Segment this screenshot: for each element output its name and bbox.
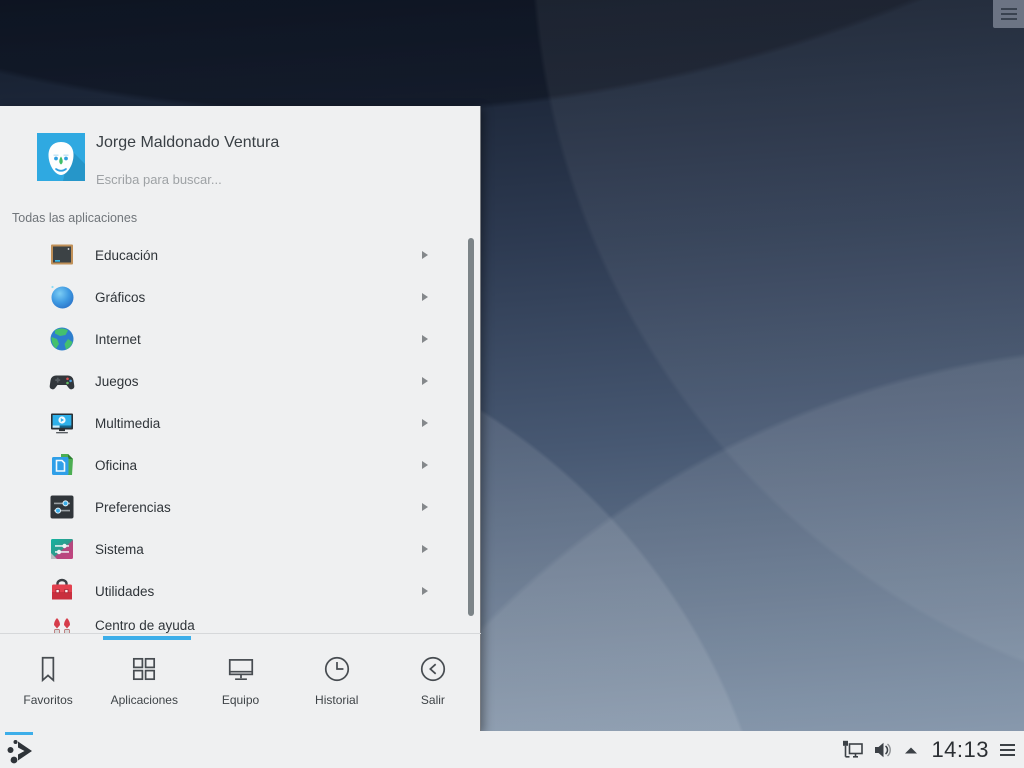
active-tab-indicator [103,636,191,640]
system-icon [48,535,76,563]
system-tray: 14:13 [840,731,1015,768]
tab-leave[interactable]: Salir [385,634,481,731]
category-label: Oficina [95,457,138,473]
application-launcher-menu: Jorge Maldonado Ventura Escriba para bus… [0,106,481,731]
category-item-graphics[interactable]: Gráficos [0,276,481,318]
category-label: Sistema [95,541,144,557]
clock[interactable]: 14:13 [931,737,989,763]
office-icon [48,451,76,479]
multimedia-icon [48,409,76,437]
tab-applications[interactable]: Aplicaciones [96,634,192,731]
search-input[interactable]: Escriba para buscar... [96,172,426,187]
submenu-arrow-icon [422,251,428,259]
submenu-arrow-icon [422,335,428,343]
category-item-games[interactable]: Juegos [0,360,481,402]
submenu-arrow-icon [422,545,428,553]
tab-label: Favoritos [23,693,73,707]
tab-label: Aplicaciones [110,693,178,707]
category-label: Gráficos [95,289,146,305]
tab-computer[interactable]: Equipo [192,634,288,731]
category-item-internet[interactable]: Internet [0,318,481,360]
user-avatar[interactable] [37,133,85,181]
preferences-icon [48,493,76,521]
category-item-system[interactable]: Sistema [0,528,481,570]
taskbar: 14:13 [0,731,1024,768]
category-item-help-center[interactable]: Centro de ayuda [0,604,481,633]
panel-overflow-menu-icon[interactable] [1000,743,1015,756]
launcher-tab-bar: Favoritos Aplicaciones Equipo Historial … [0,633,481,731]
submenu-arrow-icon [422,377,428,385]
category-label: Internet [95,331,141,347]
scrollbar-thumb[interactable] [468,238,474,616]
active-task-indicator [5,732,33,735]
utilities-icon [48,577,76,605]
app-launcher-button[interactable] [3,731,43,768]
category-label: Multimedia [95,415,161,431]
panel-toggle-button[interactable] [993,0,1024,28]
category-list: Educación Gráficos Internet Juegos Multi… [0,234,481,633]
graphics-icon [48,283,76,311]
category-label: Juegos [95,373,139,389]
tab-label: Equipo [221,693,260,707]
submenu-arrow-icon [422,419,428,427]
submenu-arrow-icon [422,461,428,469]
category-label: Centro de ayuda [95,617,195,633]
category-item-office[interactable]: Oficina [0,444,481,486]
scrollbar-track[interactable] [466,234,476,626]
desktop: Jorge Maldonado Ventura Escriba para bus… [0,0,1024,768]
tab-favorites[interactable]: Favoritos [0,634,96,731]
tab-history[interactable]: Historial [289,634,385,731]
breadcrumb: Todas las aplicaciones [12,211,138,225]
help-center-icon [48,611,76,633]
category-item-preferences[interactable]: Preferencias [0,486,481,528]
submenu-arrow-icon [422,503,428,511]
category-item-education[interactable]: Educación [0,234,481,276]
category-label: Utilidades [95,583,155,599]
category-item-multimedia[interactable]: Multimedia [0,402,481,444]
category-label: Preferencias [95,499,171,515]
user-name: Jorge Maldonado Ventura [96,134,280,151]
tab-label: Historial [315,693,359,707]
submenu-arrow-icon [422,587,428,595]
internet-icon [48,325,76,353]
submenu-arrow-icon [422,293,428,301]
category-label: Educación [95,247,159,263]
education-icon [48,241,76,269]
tab-label: Salir [420,693,445,707]
games-icon [48,367,76,395]
